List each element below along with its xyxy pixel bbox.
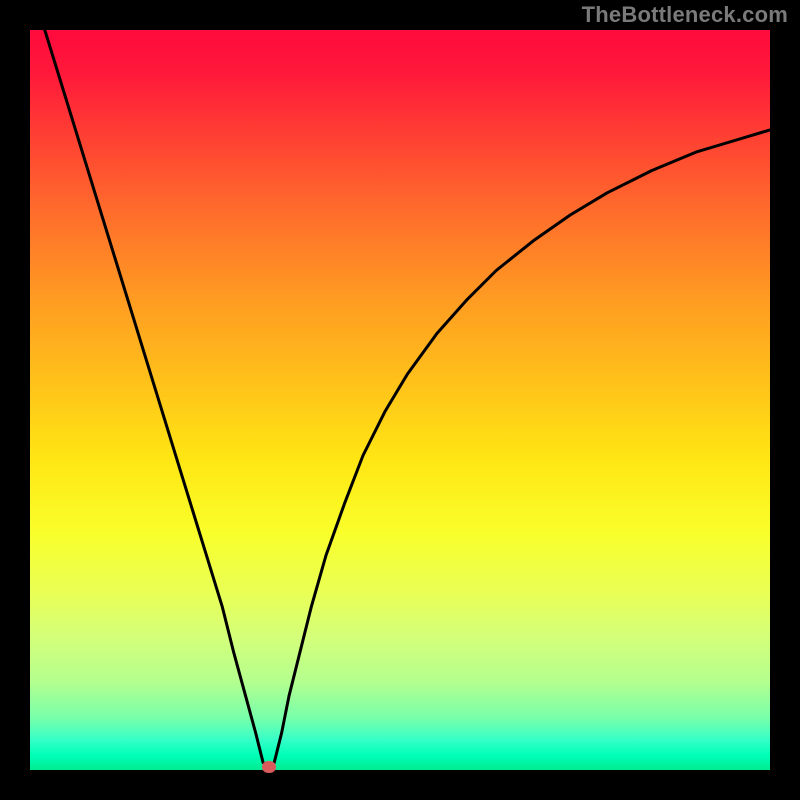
bottleneck-curve bbox=[30, 30, 770, 770]
chart-frame: TheBottleneck.com bbox=[0, 0, 800, 800]
plot-area bbox=[30, 30, 770, 770]
minimum-marker bbox=[262, 761, 276, 773]
watermark-text: TheBottleneck.com bbox=[582, 2, 788, 28]
curve-left-branch bbox=[45, 30, 263, 763]
curve-right-branch bbox=[274, 130, 770, 763]
